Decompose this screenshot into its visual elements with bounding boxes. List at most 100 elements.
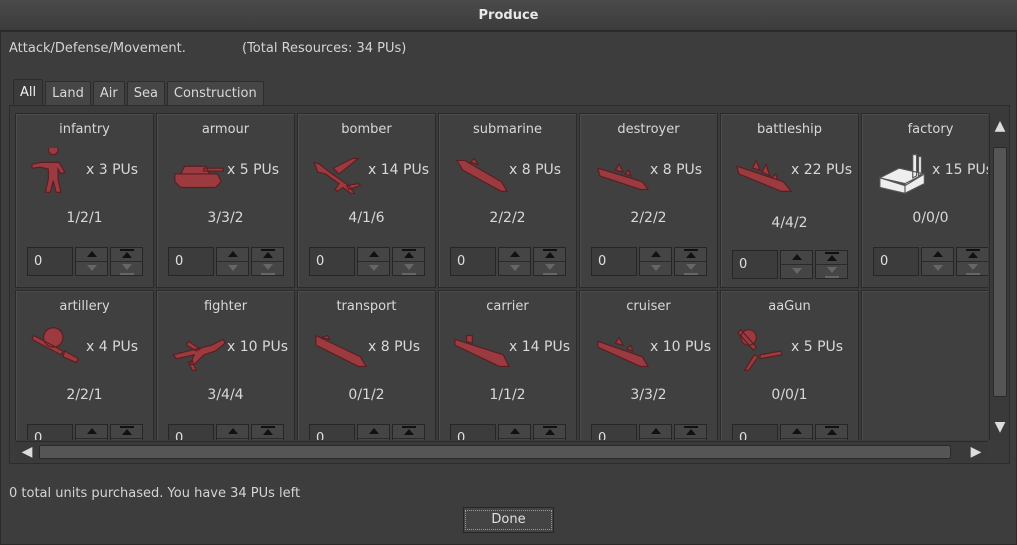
increment-spinner[interactable]: [498, 247, 531, 276]
increment-spinner[interactable]: [921, 247, 954, 276]
increment-spinner[interactable]: [639, 424, 672, 440]
quantity-field[interactable]: 0: [732, 250, 778, 279]
tab-all[interactable]: All: [13, 79, 44, 105]
quantity-field[interactable]: 0: [168, 424, 214, 440]
min-button[interactable]: [393, 439, 424, 440]
max-button[interactable]: [111, 248, 142, 262]
vertical-scrollbar[interactable]: ▲ ▼: [989, 113, 1009, 440]
min-button[interactable]: [393, 262, 424, 276]
max-spinner[interactable]: [674, 424, 707, 440]
quantity-field[interactable]: 0: [450, 247, 496, 276]
max-button[interactable]: [252, 425, 283, 439]
increment-button[interactable]: [640, 248, 671, 262]
max-spinner[interactable]: [110, 247, 143, 276]
quantity-field[interactable]: 0: [591, 247, 637, 276]
increment-spinner[interactable]: [780, 424, 813, 440]
quantity-field[interactable]: 0: [873, 247, 919, 276]
max-button[interactable]: [393, 248, 424, 262]
vertical-scroll-thumb[interactable]: [993, 147, 1007, 397]
decrement-button[interactable]: [217, 262, 248, 276]
scroll-right-icon[interactable]: ▶: [966, 442, 986, 462]
increment-spinner[interactable]: [357, 424, 390, 440]
min-button[interactable]: [816, 265, 847, 279]
increment-spinner[interactable]: [216, 247, 249, 276]
increment-button[interactable]: [76, 425, 107, 439]
tab-land[interactable]: Land: [45, 81, 91, 105]
quantity-field[interactable]: 0: [309, 247, 355, 276]
max-spinner[interactable]: [251, 424, 284, 440]
increment-button[interactable]: [499, 248, 530, 262]
decrement-button[interactable]: [217, 439, 248, 440]
max-button[interactable]: [675, 248, 706, 262]
min-button[interactable]: [111, 262, 142, 276]
increment-spinner[interactable]: [498, 424, 531, 440]
decrement-button[interactable]: [499, 262, 530, 276]
increment-button[interactable]: [76, 248, 107, 262]
quantity-field[interactable]: 0: [591, 424, 637, 440]
decrement-button[interactable]: [781, 439, 812, 440]
increment-spinner[interactable]: [75, 424, 108, 440]
min-button[interactable]: [816, 439, 847, 440]
increment-button[interactable]: [781, 251, 812, 265]
quantity-field[interactable]: 0: [309, 424, 355, 440]
min-button[interactable]: [111, 439, 142, 440]
increment-spinner[interactable]: [75, 247, 108, 276]
max-spinner[interactable]: [392, 424, 425, 440]
decrement-button[interactable]: [781, 265, 812, 279]
max-button[interactable]: [393, 425, 424, 439]
quantity-field[interactable]: 0: [450, 424, 496, 440]
increment-spinner[interactable]: [357, 247, 390, 276]
max-button[interactable]: [675, 425, 706, 439]
min-button[interactable]: [252, 439, 283, 440]
tab-air[interactable]: Air: [92, 81, 125, 105]
increment-button[interactable]: [781, 425, 812, 439]
min-button[interactable]: [252, 262, 283, 276]
max-spinner[interactable]: [815, 250, 848, 279]
quantity-field[interactable]: 0: [168, 247, 214, 276]
scroll-left-icon[interactable]: ◀: [17, 442, 37, 462]
scroll-up-icon[interactable]: ▲: [990, 116, 1010, 136]
increment-button[interactable]: [358, 248, 389, 262]
tab-construction[interactable]: Construction: [166, 81, 264, 105]
horizontal-scrollbar[interactable]: ◀ ▶: [15, 441, 988, 461]
max-button[interactable]: [534, 425, 565, 439]
done-button[interactable]: Done: [463, 507, 554, 533]
horizontal-scroll-thumb[interactable]: [39, 445, 951, 459]
min-button[interactable]: [957, 262, 988, 276]
tab-sea[interactable]: Sea: [126, 81, 165, 105]
max-spinner[interactable]: [533, 424, 566, 440]
decrement-button[interactable]: [76, 439, 107, 440]
decrement-button[interactable]: [640, 439, 671, 440]
quantity-field[interactable]: 0: [27, 424, 73, 440]
max-spinner[interactable]: [392, 247, 425, 276]
max-button[interactable]: [957, 248, 988, 262]
increment-button[interactable]: [217, 248, 248, 262]
max-spinner[interactable]: [674, 247, 707, 276]
increment-spinner[interactable]: [216, 424, 249, 440]
scroll-down-icon[interactable]: ▼: [990, 417, 1010, 437]
decrement-button[interactable]: [922, 262, 953, 276]
decrement-button[interactable]: [499, 439, 530, 440]
quantity-field[interactable]: 0: [732, 424, 778, 440]
increment-spinner[interactable]: [639, 247, 672, 276]
min-button[interactable]: [675, 262, 706, 276]
max-spinner[interactable]: [251, 247, 284, 276]
max-spinner[interactable]: [956, 247, 988, 276]
min-button[interactable]: [675, 439, 706, 440]
quantity-field[interactable]: 0: [27, 247, 73, 276]
decrement-button[interactable]: [76, 262, 107, 276]
min-button[interactable]: [534, 262, 565, 276]
max-spinner[interactable]: [110, 424, 143, 440]
max-spinner[interactable]: [533, 247, 566, 276]
increment-button[interactable]: [499, 425, 530, 439]
increment-button[interactable]: [358, 425, 389, 439]
increment-spinner[interactable]: [780, 250, 813, 279]
decrement-button[interactable]: [358, 439, 389, 440]
min-button[interactable]: [534, 439, 565, 440]
max-button[interactable]: [816, 425, 847, 439]
max-button[interactable]: [252, 248, 283, 262]
increment-button[interactable]: [640, 425, 671, 439]
max-button[interactable]: [534, 248, 565, 262]
decrement-button[interactable]: [640, 262, 671, 276]
max-button[interactable]: [816, 251, 847, 265]
